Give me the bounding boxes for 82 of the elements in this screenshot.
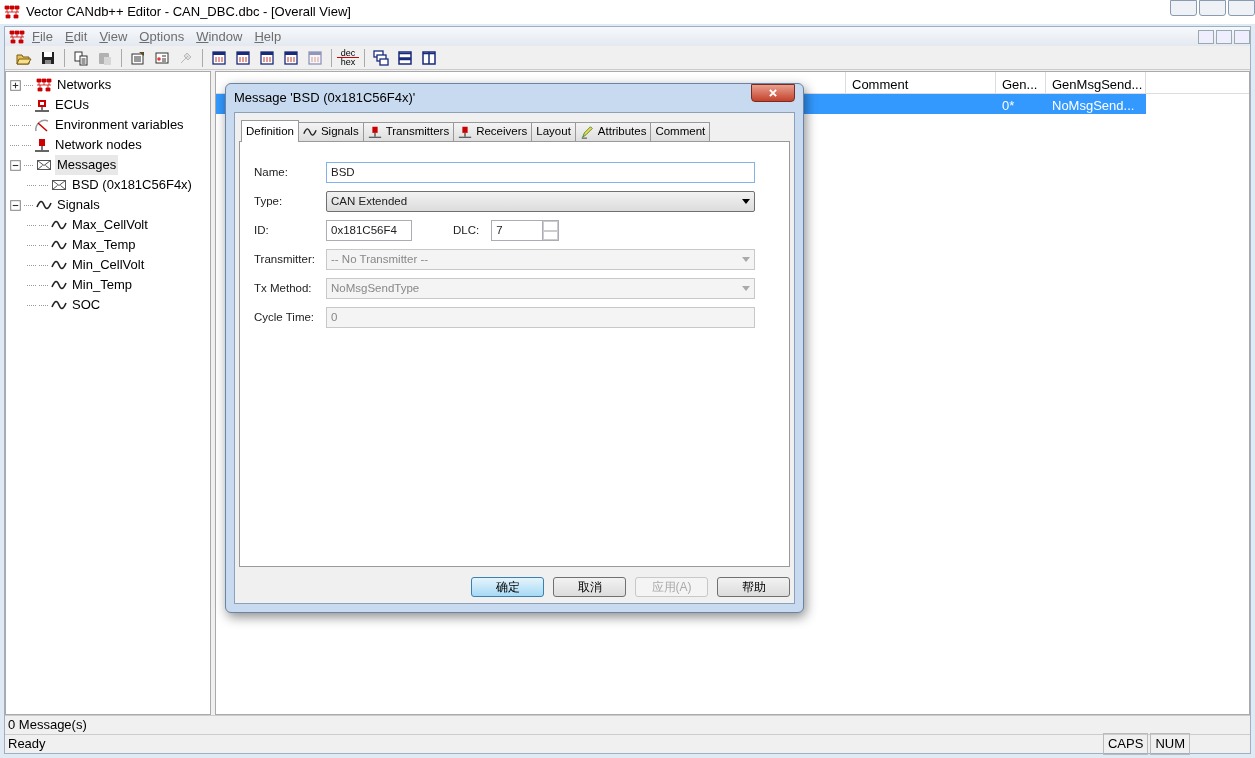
window-icon[interactable] (211, 49, 227, 66)
tree-item[interactable]: Max_CellVolt (70, 215, 150, 235)
dialog-button[interactable]: 帮助 (717, 577, 790, 597)
number-field[interactable]: 7 (491, 220, 544, 241)
menu-item[interactable]: Help (249, 26, 287, 47)
expand-icon[interactable] (10, 79, 21, 91)
status-indicator: NUM (1150, 733, 1190, 755)
ecu-icon (34, 97, 50, 113)
status-indicator: CAPS (1103, 733, 1149, 755)
copy-icon[interactable] (73, 49, 89, 66)
field-label: Name: (254, 164, 289, 180)
status-text: Ready (8, 735, 46, 754)
properties-icon[interactable] (130, 49, 146, 66)
tab[interactable]: Attributes (574, 122, 652, 141)
dropdown: -- No Transmitter -- (326, 249, 755, 270)
status-text: 0 Message(s) (8, 716, 87, 735)
table-cell-text: NoMsgSend... (1051, 97, 1136, 114)
field-label: Transmitter: (254, 251, 316, 267)
menu-item[interactable]: Window (191, 26, 248, 47)
menu-item[interactable]: Edit (59, 26, 93, 47)
menu-item[interactable]: Options (134, 26, 190, 47)
tree-item[interactable]: Environment variables (53, 115, 186, 135)
close-button[interactable] (751, 84, 795, 102)
column-header[interactable]: Gen... (996, 72, 1046, 93)
network-icon (36, 77, 52, 93)
node-icon (458, 125, 473, 139)
wave-icon (302, 125, 317, 139)
menu-item[interactable]: View (94, 26, 133, 47)
dropdown[interactable]: CAN Extended (326, 191, 755, 212)
window-icon[interactable] (283, 49, 299, 66)
collapse-icon[interactable] (10, 159, 21, 171)
app-icon (4, 4, 20, 20)
text-field[interactable]: 0x181C56F4 (326, 220, 412, 241)
tree-item[interactable]: BSD (0x181C56F4x) (70, 175, 194, 195)
tree-item[interactable]: Signals (55, 195, 102, 215)
split-horizontal-icon[interactable] (397, 49, 413, 66)
tab[interactable]: Comment (650, 122, 711, 141)
tree-item[interactable]: ECUs (53, 95, 91, 115)
tree-item[interactable]: Min_CellVolt (70, 255, 147, 275)
text-field[interactable]: BSD (326, 162, 755, 183)
split-vertical-icon[interactable] (421, 49, 437, 66)
tab[interactable]: Signals (297, 122, 364, 141)
field-label: Cycle Time: (254, 309, 316, 325)
tree-item[interactable]: SOC (70, 295, 103, 315)
collapse-icon[interactable] (10, 199, 21, 211)
tab[interactable]: Layout (531, 122, 576, 141)
field-label: Tx Method: (254, 280, 313, 296)
close-icon (768, 88, 778, 98)
envelope-icon (51, 177, 67, 193)
envelope-icon (36, 157, 52, 173)
pencil-icon (579, 125, 594, 139)
menu-item[interactable]: File (27, 26, 58, 47)
window-icon[interactable] (259, 49, 275, 66)
tab[interactable]: Receivers (453, 122, 533, 141)
table-cell-text: 0* (1001, 97, 1016, 114)
card-icon[interactable] (154, 49, 170, 66)
tree-item[interactable]: Min_Temp (70, 275, 134, 295)
window-title: Vector CANdb++ Editor - CAN_DBC.dbc - [Overall View] (26, 3, 351, 22)
tree-item[interactable]: Networks (55, 75, 114, 95)
column-header[interactable]: GenMsgSend... (1046, 72, 1146, 93)
dropdown: NoMsgSendType (326, 278, 755, 299)
dialog-button[interactable]: 确定 (471, 577, 544, 597)
window-icon[interactable] (235, 49, 251, 66)
tab[interactable]: Transmitters (362, 122, 455, 141)
dialog-button[interactable]: 取消 (553, 577, 626, 597)
text-field: 0 (326, 307, 755, 328)
gauge-icon (34, 117, 50, 133)
node-icon (34, 137, 50, 153)
save-icon[interactable] (40, 49, 56, 66)
dialog-title: Message 'BSD (0x181C56F4x)' (234, 89, 416, 108)
field-label: ID: (254, 222, 270, 238)
node-icon (367, 125, 382, 139)
dec-hex-button[interactable]: dec hex (337, 49, 359, 66)
field-label: Type: (254, 193, 284, 209)
tree-item[interactable]: Messages (55, 155, 119, 175)
app-icon (9, 28, 25, 45)
field-label: DLC: (453, 222, 480, 238)
tab[interactable]: Definition (241, 120, 299, 142)
cascade-icon[interactable] (373, 49, 389, 66)
column-header[interactable]: Comment (846, 72, 996, 93)
tree-item[interactable]: Max_Temp (70, 235, 138, 255)
tree-item[interactable]: Network nodes (53, 135, 144, 155)
